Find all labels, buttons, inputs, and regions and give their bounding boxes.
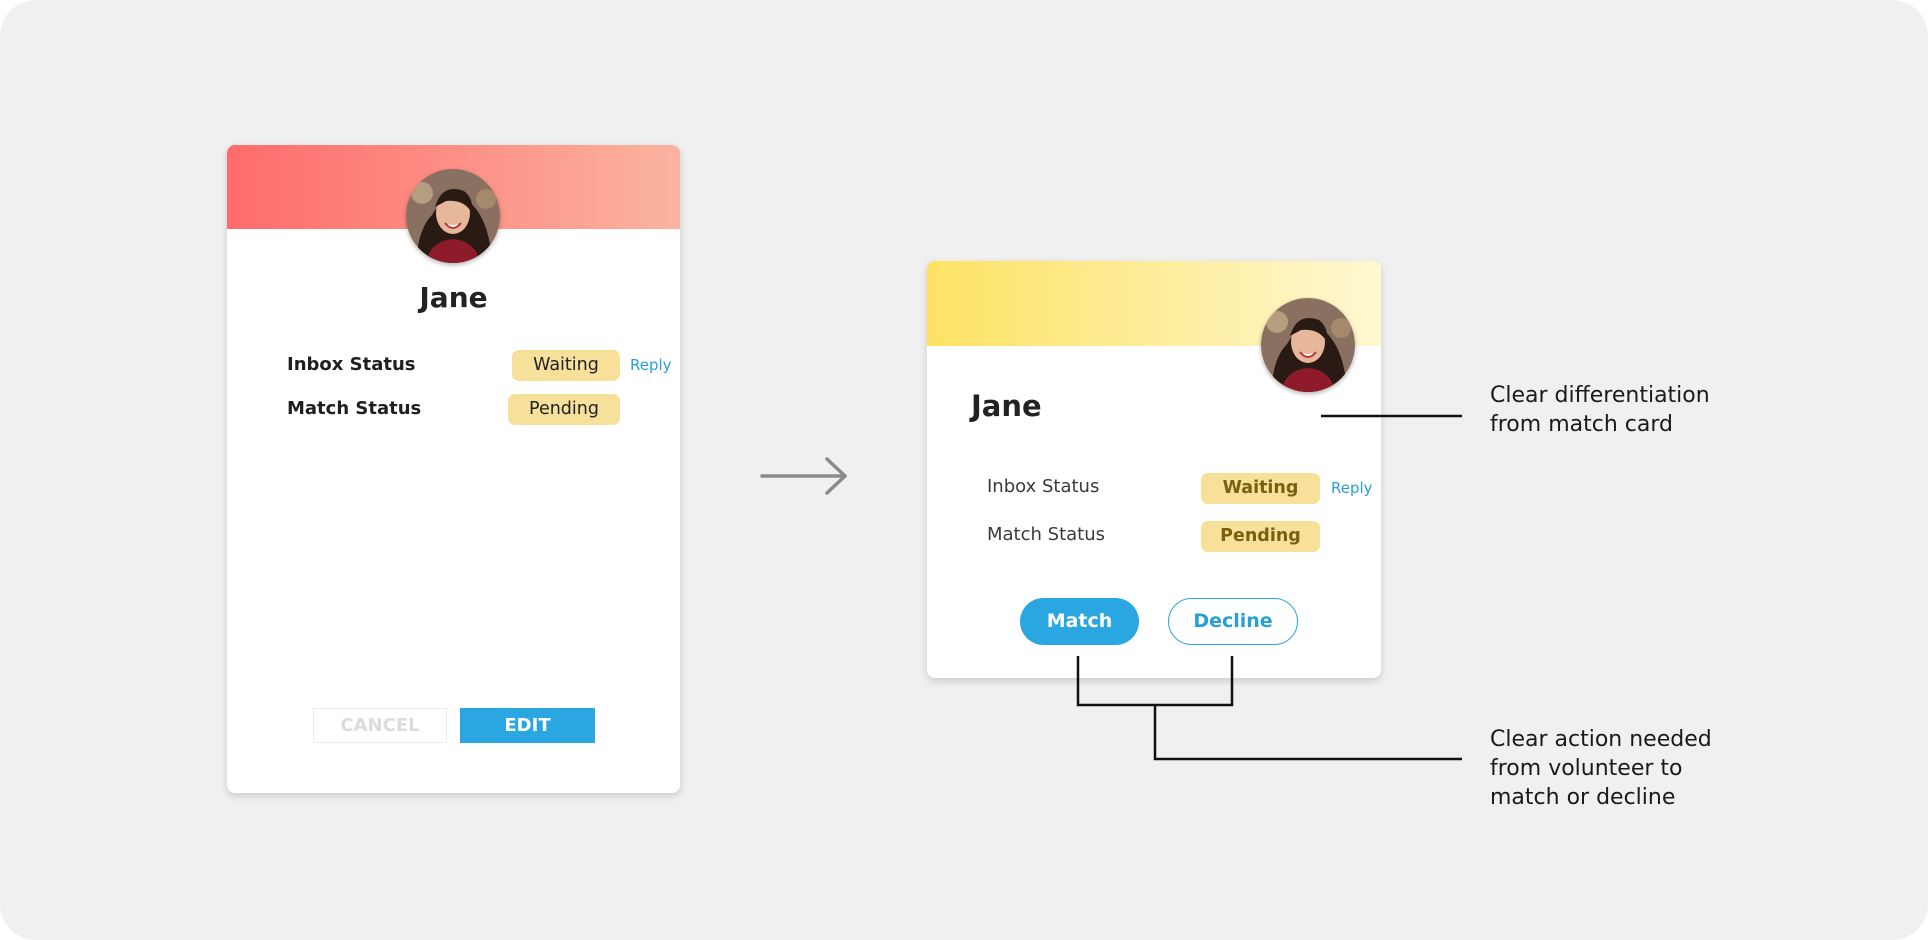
annotation-differentiation: Clear differentiation from match card bbox=[1490, 383, 1710, 437]
action-bracket bbox=[1076, 656, 1234, 707]
action-leader-line bbox=[1153, 705, 1462, 761]
canvas: Jane Inbox Status Waiting Reply Match St… bbox=[0, 0, 1928, 940]
annotation-action: Clear action needed from volunteer to ma… bbox=[1490, 727, 1712, 810]
